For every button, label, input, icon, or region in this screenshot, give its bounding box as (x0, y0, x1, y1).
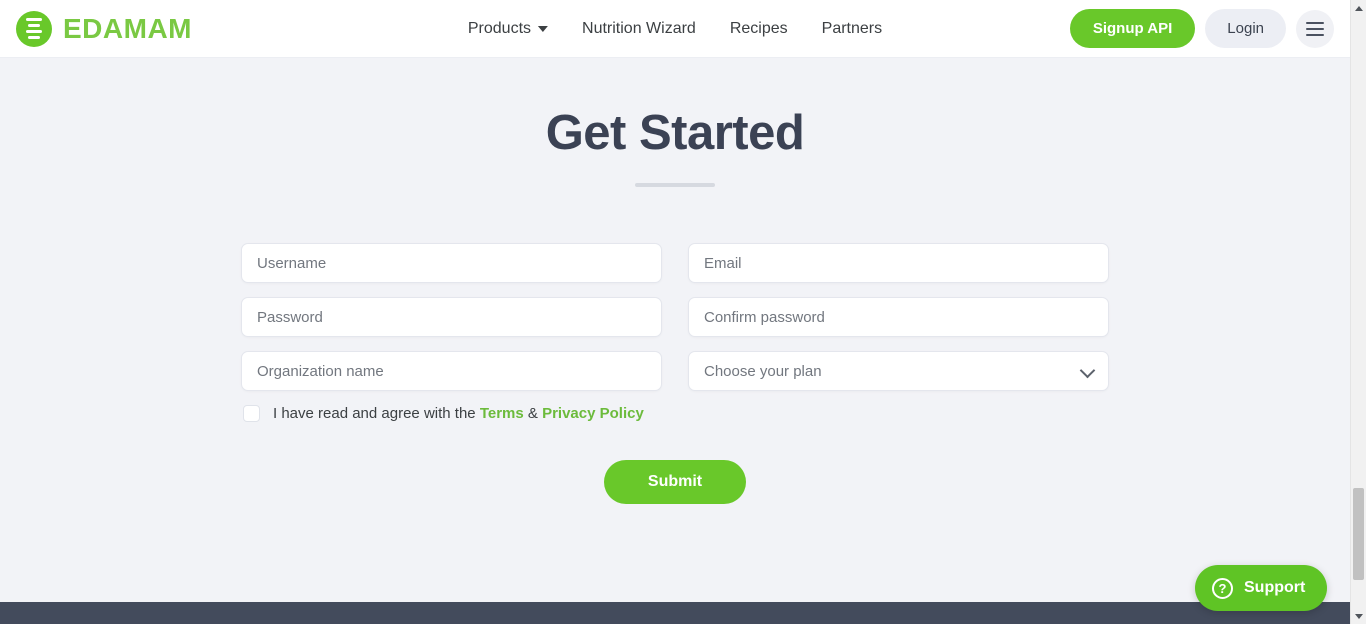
site-header: EDAMAM Products Nutrition Wizard Recipes… (0, 0, 1350, 58)
email-input[interactable] (688, 243, 1109, 283)
hamburger-menu-icon[interactable] (1296, 9, 1334, 48)
terms-prefix-label: I have read and agree with the (273, 405, 480, 422)
header-actions: Signup API Login (1069, 9, 1334, 48)
form-row-credentials (241, 243, 1109, 283)
brand-logo[interactable]: EDAMAM (16, 10, 192, 47)
support-widget-button[interactable]: ? Support (1195, 565, 1328, 611)
password-field-wrap (241, 297, 662, 337)
signup-api-button[interactable]: Signup API (1069, 9, 1196, 48)
chevron-down-icon (538, 25, 549, 32)
submit-row: Submit (241, 460, 1109, 504)
scrollbar-down-arrow-icon[interactable] (1351, 608, 1366, 624)
password-input[interactable] (241, 297, 662, 337)
username-field-wrap (241, 243, 662, 283)
organization-field-wrap (241, 351, 662, 391)
brand-name: EDAMAM (63, 12, 192, 44)
scrollbar-thumb[interactable] (1353, 488, 1364, 580)
terms-separator-label: & (523, 405, 543, 422)
question-mark-circle-icon: ? (1212, 577, 1233, 599)
terms-link[interactable]: Terms (480, 405, 524, 422)
terms-text: I have read and agree with the Terms & P… (273, 405, 644, 422)
submit-button[interactable]: Submit (603, 460, 747, 504)
confirm-password-input[interactable] (688, 297, 1109, 337)
organization-name-input[interactable] (241, 351, 662, 391)
plan-select[interactable]: Choose your plan (688, 351, 1109, 391)
plan-field-wrap: Choose your plan (688, 351, 1109, 391)
email-field-wrap (688, 243, 1109, 283)
terms-checkbox[interactable] (243, 405, 260, 422)
nav-item-partners[interactable]: Partners (822, 20, 882, 38)
main-content: Get Started Username Email Organization … (0, 58, 1350, 602)
form-row-passwords (241, 297, 1109, 337)
login-button[interactable]: Login (1205, 9, 1286, 48)
page-title: Get Started (545, 106, 805, 160)
signup-form: Choose your plan I have read and agree w… (241, 243, 1109, 504)
title-divider (635, 183, 715, 187)
form-row-org-plan: Choose your plan (241, 351, 1109, 391)
list-lines-icon (16, 10, 52, 47)
scrollbar-up-arrow-icon[interactable] (1351, 0, 1366, 16)
page-scrollbar[interactable] (1350, 0, 1366, 624)
username-input[interactable] (241, 243, 662, 283)
nav-item-nutrition-wizard[interactable]: Nutrition Wizard (582, 20, 696, 38)
privacy-policy-link[interactable]: Privacy Policy (542, 405, 644, 422)
nav-item-products[interactable]: Products (467, 19, 549, 38)
site-footer (0, 602, 1350, 624)
nav-item-products-label: Products (467, 19, 532, 37)
support-widget-label: Support (1244, 579, 1306, 596)
terms-agreement-row: I have read and agree with the Terms & P… (241, 405, 1109, 422)
nav-item-recipes[interactable]: Recipes (730, 20, 788, 38)
main-navigation: Products Nutrition Wizard Recipes Partne… (468, 20, 882, 38)
confirm-password-field-wrap (688, 297, 1109, 337)
browser-viewport: EDAMAM Products Nutrition Wizard Recipes… (0, 0, 1350, 624)
